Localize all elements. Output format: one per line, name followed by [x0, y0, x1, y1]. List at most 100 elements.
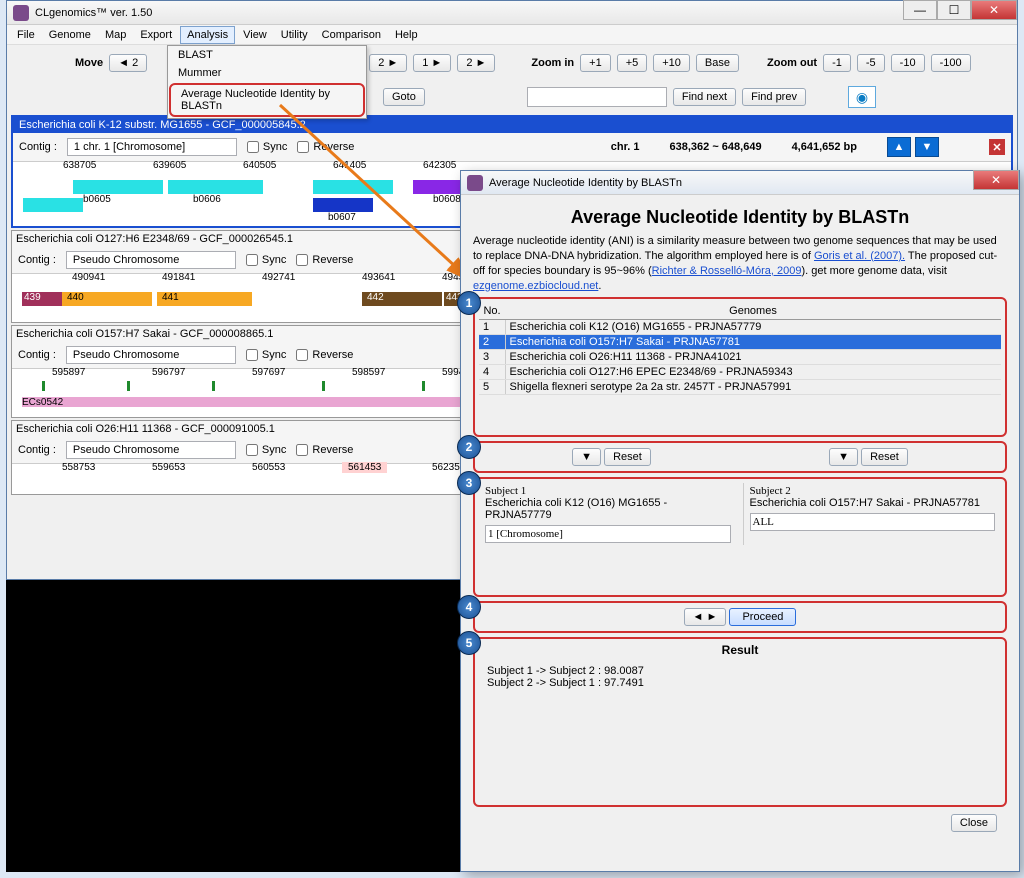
subject-2-label: Subject 2 — [750, 485, 996, 497]
dropdown-mummer[interactable]: Mummer — [168, 64, 366, 82]
dropdown-blast[interactable]: BLAST — [168, 46, 366, 64]
menu-utility[interactable]: Utility — [275, 27, 314, 43]
gene-cyan-4[interactable] — [313, 180, 393, 194]
swap-button[interactable]: ◄ ► — [684, 608, 727, 626]
find-next-button[interactable]: Find next — [673, 88, 736, 106]
menu-genome[interactable]: Genome — [43, 27, 97, 43]
gene-b0605[interactable] — [23, 198, 83, 212]
menu-export[interactable]: Export — [134, 27, 178, 43]
track-2-contig-combo[interactable]: Pseudo Chromosome — [66, 251, 236, 269]
ani-dialog: Average Nucleotide Identity by BLASTn ✕ … — [460, 170, 1020, 872]
result-line-2: Subject 2 -> Subject 1 : 97.7491 — [487, 677, 993, 689]
table-row: 2Escherichia coli O157:H7 Sakai - PRJNA5… — [479, 335, 1001, 350]
subject-1-text: Escherichia coli K12 (O16) MG1655 - PRJN… — [485, 497, 731, 521]
toolbar-goto: Goto Find next Find prev ◉ — [7, 81, 1017, 113]
dialog-description: Average nucleotide identity (ANI) is a s… — [473, 234, 1007, 293]
reset-2-button[interactable]: Reset — [861, 448, 908, 466]
step-2-box: 2 ▼ Reset ▼ Reset — [473, 441, 1007, 473]
zoomout-5[interactable]: -5 — [857, 54, 885, 72]
table-row: 5Shigella flexneri serotype 2a 2a str. 2… — [479, 380, 1001, 395]
subject-1-combo[interactable]: 1 [Chromosome] — [485, 525, 731, 543]
zoomout-1[interactable]: -1 — [823, 54, 851, 72]
track-4-sync[interactable]: Sync — [246, 444, 286, 456]
analysis-dropdown: BLAST Mummer Average Nucleotide Identity… — [167, 45, 367, 119]
dropdown-ani[interactable]: Average Nucleotide Identity by BLASTn — [169, 83, 365, 117]
zoomin-1[interactable]: +1 — [580, 54, 611, 72]
minimize-button[interactable]: — — [903, 0, 937, 20]
track-1-sync[interactable]: Sync — [247, 141, 287, 153]
track-1-range: 638,362 ~ 648,649 — [670, 141, 762, 153]
menu-help[interactable]: Help — [389, 27, 424, 43]
menu-analysis[interactable]: Analysis — [180, 26, 235, 44]
step-5-badge: 5 — [457, 631, 481, 655]
track-1-title: Escherichia coli K-12 substr. MG1655 - G… — [13, 117, 1011, 133]
gene-b0607[interactable] — [313, 198, 373, 212]
track-3-contig-combo[interactable]: Pseudo Chromosome — [66, 346, 236, 364]
genomes-table[interactable]: No.Genomes 1Escherichia coli K12 (O16) M… — [479, 303, 1001, 395]
table-row: 3Escherichia coli O26:H11 11368 - PRJNA4… — [479, 350, 1001, 365]
subject-2-text: Escherichia coli O157:H7 Sakai - PRJNA57… — [750, 497, 996, 509]
screenshot-button[interactable]: ◉ — [848, 86, 876, 108]
track-3-reverse[interactable]: Reverse — [296, 349, 353, 361]
gene-cyan-3[interactable] — [168, 180, 263, 194]
move-btn-4[interactable]: 2 ► — [457, 54, 495, 72]
toolbar-move: Move ◄ 2 2 ► 1 ► 2 ► Zoom in +1 +5 +10 B… — [7, 45, 1017, 81]
goto-button[interactable]: Goto — [383, 88, 425, 106]
find-prev-button[interactable]: Find prev — [742, 88, 806, 106]
gene-cyan-2[interactable] — [73, 180, 163, 194]
reset-1-button[interactable]: Reset — [604, 448, 651, 466]
zoom-in-label: Zoom in — [531, 57, 574, 69]
down-1-button[interactable]: ▼ — [572, 448, 601, 466]
close-button[interactable]: ✕ — [971, 0, 1017, 20]
zoom-out-label: Zoom out — [767, 57, 817, 69]
gene-ecs0542[interactable] — [22, 397, 472, 407]
step-3-badge: 3 — [457, 471, 481, 495]
zoomin-5[interactable]: +5 — [617, 54, 648, 72]
result-line-1: Subject 1 -> Subject 2 : 98.0087 — [487, 665, 993, 677]
dialog-close-button[interactable]: Close — [951, 814, 997, 832]
track-1-contig-combo[interactable]: 1 chr. 1 [Chromosome] — [67, 138, 237, 156]
subject-2-combo[interactable]: ALL — [750, 513, 996, 531]
track-1-reverse[interactable]: Reverse — [297, 141, 354, 153]
menu-map[interactable]: Map — [99, 27, 132, 43]
move-btn-2[interactable]: 2 ► — [369, 54, 407, 72]
zoomout-10[interactable]: -10 — [891, 54, 925, 72]
app-title: CLgenomics™ ver. 1.50 — [35, 7, 152, 19]
down-2-button[interactable]: ▼ — [829, 448, 858, 466]
track-close-button[interactable]: ✕ — [989, 139, 1005, 155]
track-down-button[interactable]: ▼ — [915, 137, 939, 157]
step-3-box: 3 Subject 1 Escherichia coli K12 (O16) M… — [473, 477, 1007, 597]
zoomin-base[interactable]: Base — [696, 54, 739, 72]
contig-label: Contig : — [19, 141, 57, 153]
move-btn-3[interactable]: 1 ► — [413, 54, 451, 72]
link-goris[interactable]: Goris et al. (2007). — [814, 250, 905, 262]
link-ezgenome[interactable]: ezgenome.ezbiocloud.net — [473, 280, 598, 292]
link-richter[interactable]: Richter & Rosselló-Móra, 2009 — [652, 265, 802, 277]
zoomin-10[interactable]: +10 — [653, 54, 690, 72]
menu-file[interactable]: File — [11, 27, 41, 43]
subject-1-label: Subject 1 — [485, 485, 731, 497]
dialog-close-x[interactable]: ✕ — [973, 170, 1019, 190]
zoomout-100[interactable]: -100 — [931, 54, 971, 72]
move-btn-0[interactable]: ◄ 2 — [109, 54, 147, 72]
step-4-box: 4 ◄ ► Proceed — [473, 601, 1007, 633]
track-2-reverse[interactable]: Reverse — [296, 254, 353, 266]
menu-comparison[interactable]: Comparison — [316, 27, 387, 43]
move-label: Move — [75, 57, 103, 69]
table-row: 1Escherichia coli K12 (O16) MG1655 - PRJ… — [479, 320, 1001, 335]
maximize-button[interactable]: ☐ — [937, 0, 971, 20]
window-controls: — ☐ ✕ — [903, 0, 1017, 20]
result-body: Subject 1 -> Subject 2 : 98.0087 Subject… — [479, 657, 1001, 787]
step-4-badge: 4 — [457, 595, 481, 619]
track-4-reverse[interactable]: Reverse — [296, 444, 353, 456]
menu-view[interactable]: View — [237, 27, 273, 43]
track-2-sync[interactable]: Sync — [246, 254, 286, 266]
track-4-contig-combo[interactable]: Pseudo Chromosome — [66, 441, 236, 459]
subject-2-panel: Subject 2 Escherichia coli O157:H7 Sakai… — [743, 483, 1002, 545]
find-input[interactable] — [527, 87, 667, 107]
app-icon — [13, 5, 29, 21]
track-3-sync[interactable]: Sync — [246, 349, 286, 361]
track-up-button[interactable]: ▲ — [887, 137, 911, 157]
proceed-button[interactable]: Proceed — [729, 608, 796, 626]
track-1-chr: chr. 1 — [611, 141, 640, 153]
